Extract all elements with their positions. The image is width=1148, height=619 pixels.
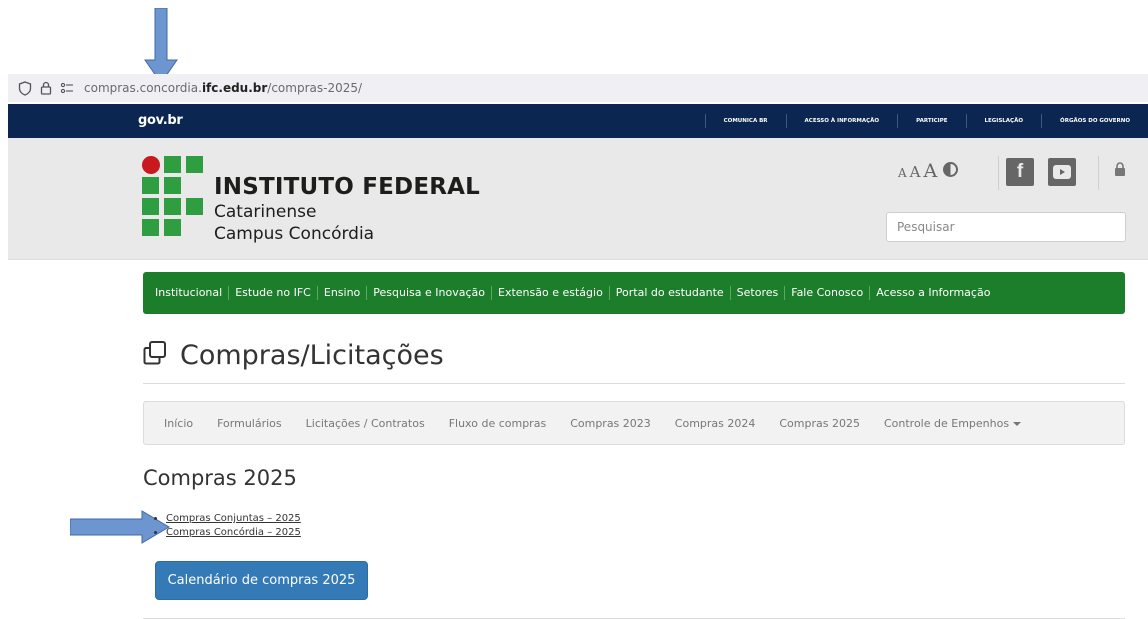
nav-item-estude-no-ifc[interactable]: Estude no IFC bbox=[228, 286, 317, 300]
url-text[interactable]: compras.concordia.ifc.edu.br/compras-202… bbox=[84, 81, 362, 95]
login-lock-icon[interactable] bbox=[1114, 162, 1126, 181]
url-path: /compras-2025/ bbox=[267, 81, 363, 95]
divider bbox=[1098, 156, 1099, 190]
gov-br-logo[interactable]: gov.br bbox=[138, 113, 183, 128]
font-size-controls: A A A bbox=[898, 160, 959, 182]
subnav-compras-2024[interactable]: Compras 2024 bbox=[663, 417, 768, 430]
url-domain: ifc.edu.br bbox=[201, 81, 268, 95]
subnav-compras-2023[interactable]: Compras 2023 bbox=[558, 417, 663, 430]
copy-icon bbox=[142, 340, 168, 371]
link-compras-concordia[interactable]: Compras Concórdia – 2025 bbox=[166, 527, 301, 538]
gov-bar: gov.br COMUNICA BR ACESSO À INFORMAÇÃO P… bbox=[8, 104, 1148, 138]
search-input[interactable] bbox=[886, 212, 1126, 242]
site-header: INSTITUTO FEDERAL Catarinense Campus Con… bbox=[8, 138, 1148, 260]
gov-links: COMUNICA BR ACESSO À INFORMAÇÃO PARTICIP… bbox=[704, 104, 1148, 138]
divider bbox=[143, 383, 1125, 384]
purchase-links-list: Compras Conjuntas – 2025 Compras Concórd… bbox=[166, 513, 301, 541]
main-nav: Institucional Estude no IFC Ensino Pesqu… bbox=[143, 272, 1125, 314]
address-bar[interactable]: compras.concordia.ifc.edu.br/compras-202… bbox=[8, 74, 1148, 102]
shield-icon[interactable] bbox=[18, 80, 32, 96]
page-title-text: Compras/Licitações bbox=[180, 340, 444, 371]
nav-item-portal-estudante[interactable]: Portal do estudante bbox=[608, 286, 730, 300]
gov-link-participe[interactable]: PARTICIPE bbox=[897, 114, 965, 128]
institution-name[interactable]: INSTITUTO FEDERAL bbox=[214, 174, 480, 200]
contrast-icon[interactable] bbox=[943, 162, 959, 177]
gov-link-comunica-br[interactable]: COMUNICA BR bbox=[704, 114, 786, 128]
nav-item-extensao-estagio[interactable]: Extensão e estágio bbox=[491, 286, 609, 300]
list-item: Compras Conjuntas – 2025 bbox=[166, 513, 301, 524]
list-item: Compras Concórdia – 2025 bbox=[166, 527, 301, 538]
subnav-formularios[interactable]: Formulários bbox=[205, 417, 294, 430]
youtube-icon[interactable] bbox=[1048, 158, 1076, 186]
nav-item-pesquisa-inovacao[interactable]: Pesquisa e Inovação bbox=[366, 286, 491, 300]
if-logo-icon[interactable] bbox=[142, 156, 206, 240]
subnav-inicio[interactable]: Início bbox=[152, 417, 205, 430]
page-title: Compras/Licitações bbox=[142, 340, 444, 371]
nav-item-fale-conosco[interactable]: Fale Conosco bbox=[784, 286, 869, 300]
subnav-controle-empenhos[interactable]: Controle de Empenhos bbox=[872, 417, 1033, 430]
chevron-down-icon bbox=[1013, 421, 1022, 426]
section-heading: Compras 2025 bbox=[143, 466, 297, 490]
gov-link-legislacao[interactable]: LEGISLAÇÃO bbox=[965, 114, 1042, 128]
link-compras-conjuntas[interactable]: Compras Conjuntas – 2025 bbox=[166, 513, 301, 524]
campus-name: Campus Concórdia bbox=[214, 224, 375, 244]
font-increase-button[interactable]: A bbox=[924, 160, 938, 182]
calendar-button[interactable]: Calendário de compras 2025 bbox=[155, 561, 368, 600]
page-settings-icon[interactable] bbox=[60, 82, 74, 94]
lock-icon[interactable] bbox=[40, 81, 52, 95]
divider bbox=[998, 156, 999, 190]
font-decrease-button[interactable]: A bbox=[898, 166, 907, 180]
subnav-fluxo-compras[interactable]: Fluxo de compras bbox=[437, 417, 558, 430]
url-subdomain: compras.concordia. bbox=[84, 81, 202, 95]
gov-link-acesso-informacao[interactable]: ACESSO À INFORMAÇÃO bbox=[785, 114, 898, 128]
nav-item-setores[interactable]: Setores bbox=[729, 286, 785, 300]
nav-item-acesso-informacao[interactable]: Acesso a Informação bbox=[869, 286, 996, 300]
annotation-arrow-down-icon bbox=[144, 8, 178, 84]
facebook-icon[interactable]: f bbox=[1006, 158, 1034, 186]
nav-item-ensino[interactable]: Ensino bbox=[316, 286, 366, 300]
institution-subtitle: Catarinense bbox=[214, 202, 317, 222]
section-subnav: Início Formulários Licitações / Contrato… bbox=[143, 401, 1125, 445]
subnav-licitacoes-contratos[interactable]: Licitações / Contratos bbox=[294, 417, 437, 430]
font-default-button[interactable]: A bbox=[910, 163, 921, 181]
gov-link-orgaos-governo[interactable]: ÓRGÃOS DO GOVERNO bbox=[1041, 114, 1148, 128]
subnav-compras-2025[interactable]: Compras 2025 bbox=[767, 417, 872, 430]
nav-item-institucional[interactable]: Institucional bbox=[149, 286, 228, 300]
subnav-controle-empenhos-label: Controle de Empenhos bbox=[883, 416, 1010, 430]
